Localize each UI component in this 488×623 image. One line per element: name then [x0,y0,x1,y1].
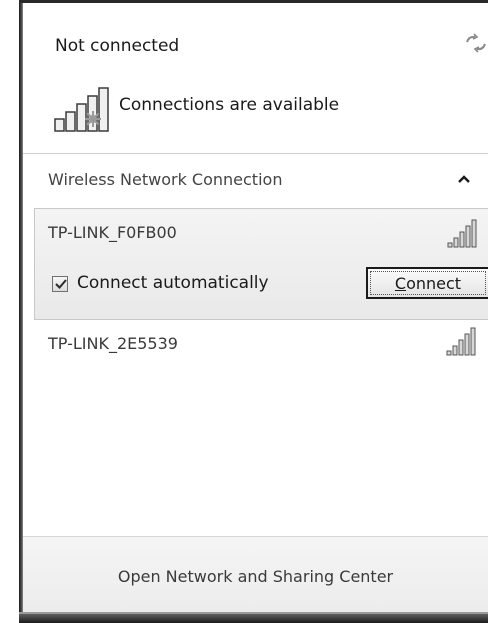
connect-button-accel: C [394,273,407,293]
network-flyout: Not connected Connections are available … [23,3,488,613]
connect-automatically-label[interactable]: Connect automatically [77,273,269,293]
connect-button[interactable]: Connect [366,267,488,299]
network-item[interactable]: TP-LINK_2E5539 [48,334,178,353]
section-header-label: Wireless Network Connection [48,170,283,189]
divider [23,153,488,154]
connections-available-text: Connections are available [119,95,340,115]
open-network-sharing-center-link[interactable]: Open Network and Sharing Center [23,567,488,586]
window-frame-bottom [19,614,488,623]
flyout-footer: Open Network and Sharing Center [23,536,488,613]
connection-status-title: Not connected [55,36,180,56]
connect-automatically-checkbox[interactable] [52,276,68,292]
checkmark-icon [55,279,67,289]
wireless-available-icon [54,87,109,132]
signal-strength-icon [446,327,476,356]
refresh-icon[interactable] [463,33,488,53]
chevron-up-icon[interactable] [457,173,471,185]
network-name: TP-LINK_F0FB00 [48,223,177,242]
signal-strength-icon [447,219,477,248]
network-item-expanded[interactable]: TP-LINK_F0FB00 Connect automatically Con… [34,208,488,320]
connect-button-label: onnect [406,273,462,293]
